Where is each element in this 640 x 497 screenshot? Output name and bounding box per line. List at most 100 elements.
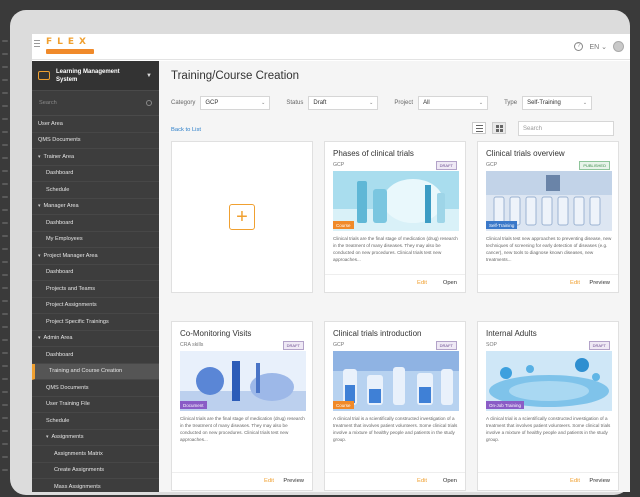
logo[interactable]: FLEX [46,38,100,56]
list-view-icon[interactable] [472,122,486,134]
language-select[interactable]: EN ⌄ [589,43,607,51]
status-select[interactable]: Draft ⌄ [308,96,379,110]
plus-icon[interactable]: + [229,204,255,230]
status-badge: DRAFT [282,341,304,350]
sidebar-item[interactable]: Schedule [32,413,159,430]
project-select[interactable]: All ⌄ [418,96,489,110]
sidebar-item[interactable]: ▾ Project Manager Area [32,248,159,265]
menu-icon[interactable] [34,40,40,47]
sidebar-item[interactable]: Create Assignments [32,463,159,479]
search-icon[interactable] [146,100,152,106]
card-action-button[interactable]: Open [443,280,457,286]
sidebar-item-label: Dashboard [46,269,74,276]
chevron-down-icon: ▾ [38,203,41,210]
sidebar-item-label: Create Assignments [54,467,105,474]
sidebar-item[interactable]: Project Assignments [32,298,159,314]
sidebar-item-label: Mass Assignments [54,483,101,490]
add-course-card[interactable]: + [171,141,313,293]
sidebar: Learning Management System ▼ Search User… [32,61,159,492]
edit-button[interactable]: Edit [417,280,427,286]
card-action-button[interactable]: Open [443,478,457,484]
sidebar-item[interactable]: Dashboard [32,347,159,364]
card-category: CRA skills [180,342,204,348]
chevron-down-icon: ⌄ [601,43,607,51]
sidebar-item[interactable]: Assignments Matrix [32,446,159,463]
help-icon[interactable]: ? [574,42,584,51]
chevron-down-icon: ▾ [38,153,41,160]
course-card[interactable]: Co-Monitoring Visits CRA skills DRAFT Docum… [171,321,313,491]
edit-button[interactable]: Edit [570,478,580,484]
sidebar-item[interactable]: Dashboard [32,166,159,182]
sidebar-item[interactable]: ▾ Assignments [32,430,159,446]
sidebar-header[interactable]: Learning Management System ▼ [32,61,159,91]
course-card[interactable]: Clinical trials introduction GCP DRAFT Cour… [324,321,466,491]
edit-button[interactable]: Edit [417,478,427,484]
type-value: Self-Training [527,100,561,106]
sidebar-item[interactable]: User Area [32,116,159,133]
app-screen: FLEX ? EN ⌄ Learning Management System ▼… [32,34,630,492]
sidebar-item-label: Project Assignments [46,302,97,309]
sidebar-item-label: Manager Area [43,203,79,210]
search-input[interactable]: Search [518,121,614,136]
sidebar-item-label: User Area [38,120,63,127]
top-bar: FLEX ? EN ⌄ [32,34,630,60]
sidebar-item[interactable]: ▾ Manager Area [32,199,159,215]
type-select[interactable]: Self-Training ⌄ [522,96,593,110]
card-description: Clinical trials are the final stage of m… [333,236,458,262]
status-badge: DRAFT [435,161,457,170]
sidebar-item-label: Assignments [51,434,84,441]
sidebar-item-label: QMS Documents [46,384,89,391]
card-actions: Edit Preview [478,472,618,490]
sidebar-item[interactable]: Mass Assignments [32,479,159,492]
card-title: Clinical trials introduction [333,329,422,338]
back-to-list-link[interactable]: Back to List [171,127,201,133]
card-image: Course [333,351,459,411]
status-value: Draft [313,100,327,106]
sidebar-item-label: Assignments Matrix [54,450,103,457]
sidebar-item-label: Dashboard [46,170,74,177]
category-select[interactable]: GCP ⌄ [200,96,271,110]
course-card[interactable]: Clinical trials overview GCP PUBLISHED Self… [477,141,619,293]
sidebar-item[interactable]: ▾ Admin Area [32,331,159,347]
sidebar-item-label: Dashboard [46,351,74,358]
card-action-button[interactable]: Preview [589,280,610,286]
card-action-button[interactable]: Preview [589,478,610,484]
chevron-down-icon: ⌄ [582,100,588,106]
chevron-down-icon: ▾ [46,434,49,441]
main-content: Training/Course Creation Category GCP ⌄ S… [159,61,630,492]
card-actions: Edit Preview [478,274,618,292]
sidebar-item[interactable]: Schedule [32,182,159,199]
card-image: Self-Training [486,171,612,231]
chevron-down-icon: ▾ [38,335,41,342]
edit-button[interactable]: Edit [264,478,274,484]
sidebar-item[interactable]: Projects and Teams [32,281,159,298]
graduation-cap-icon [38,71,50,80]
sidebar-item[interactable]: Dashboard [32,265,159,281]
sidebar-item[interactable]: User Training File [32,397,159,413]
grid-view-icon[interactable] [492,122,506,134]
category-value: GCP [205,100,219,106]
course-card[interactable]: Phases of clinical trials GCP DRAFT Course C… [324,141,466,293]
sidebar-menu: User Area QMS Documents ▾ Trainer Area Dashb… [32,116,159,492]
edit-button[interactable]: Edit [570,280,580,286]
filter-label-project: Project [394,100,414,106]
sidebar-item-label: Admin Area [43,335,73,342]
card-actions: Edit Preview [172,472,312,490]
page-title: Training/Course Creation [171,70,300,82]
course-card[interactable]: Internal Adults SOP DRAFT On-Job Training A … [477,321,619,491]
sidebar-item-label: Trainer Area [43,153,75,160]
sidebar-item[interactable]: QMS Documents [32,380,159,397]
sidebar-item[interactable]: Project Specific Trainings [32,314,159,331]
sidebar-item-label: Dashboard [46,219,74,226]
card-description: Clinical trials test new approaches to p… [486,236,612,262]
sidebar-item[interactable]: ▾ Trainer Area [32,149,159,166]
user-avatar-icon[interactable] [613,41,624,52]
sidebar-search-input[interactable]: Search [32,91,159,116]
sidebar-item[interactable]: Dashboard [32,215,159,232]
filter-label-category: Category [171,100,196,106]
card-action-button[interactable]: Preview [283,478,304,484]
sidebar-item[interactable]: My Employees [32,232,159,248]
sidebar-item[interactable]: Training and Course Creation [32,363,159,380]
sidebar-item[interactable]: QMS Documents [32,133,159,149]
card-image: On-Job Training [486,351,612,411]
